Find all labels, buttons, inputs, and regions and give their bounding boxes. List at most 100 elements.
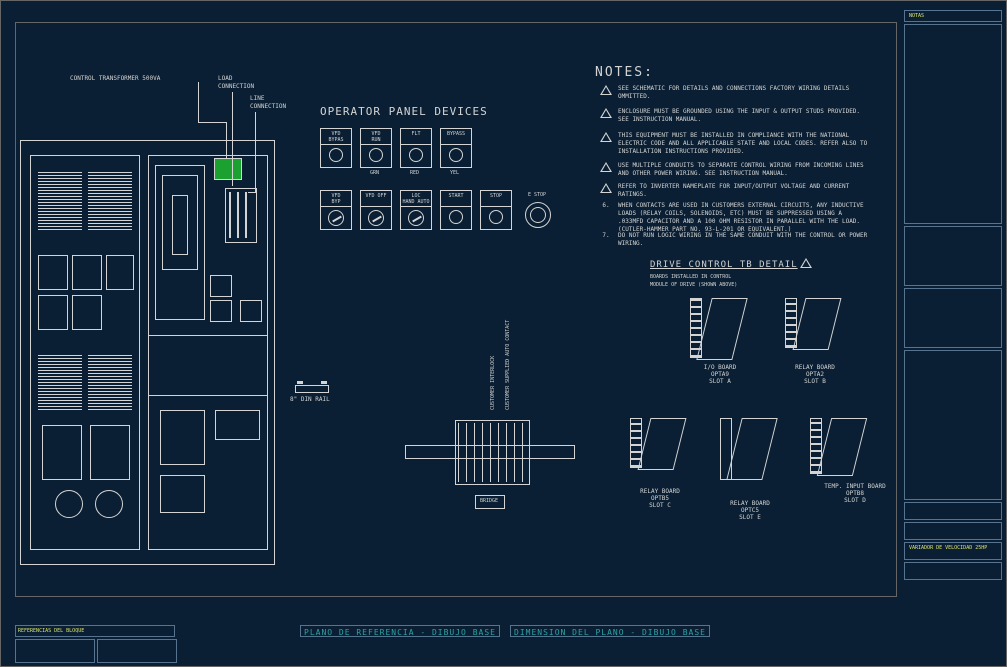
board-temp-d-label: TEMP. INPUT BOARDOPTB8SLOT D — [805, 483, 905, 504]
title-sec-1 — [904, 226, 1002, 286]
fuse-bar-1 — [229, 192, 231, 238]
contactor-1 — [42, 425, 82, 480]
title-sec-3 — [904, 350, 1002, 500]
fan-2 — [95, 490, 123, 518]
leader-line-2 — [248, 192, 256, 193]
warning-icon — [600, 132, 612, 142]
label-load-conn: LOAD CONNECTION — [218, 75, 254, 91]
drive-lower-1 — [160, 410, 205, 465]
cad-canvas[interactable]: NOTAS VARIADOR DE VELOCIDAD 25HP CONTROL… — [0, 0, 1007, 667]
box-row-2b — [72, 295, 102, 330]
warning-icon — [600, 85, 612, 95]
device-bypass-lamp: BYPASS — [440, 128, 472, 168]
device-estop-inner — [530, 207, 546, 223]
label-line-conn: LINE CONNECTION — [250, 95, 286, 111]
transformer-box — [214, 158, 242, 180]
drive-lower-3 — [215, 410, 260, 440]
tb-terminals — [458, 423, 527, 482]
operator-panel-title: OPERATOR PANEL DEVICES — [320, 105, 488, 118]
device-hand-auto-sw: LOCHAND AUTO — [400, 190, 432, 230]
bottom-cell-1 — [15, 639, 95, 663]
warning-icon — [600, 162, 612, 172]
bottom-cell-ref: REFERENCIAS DEL BLOQUE — [15, 625, 175, 637]
bottom-cell-c1: PLANO DE REFERENCIA - DIBUJO BASE — [300, 625, 500, 637]
title-project: VARIADOR DE VELOCIDAD 25HP — [904, 542, 1002, 560]
warning-icon — [600, 183, 612, 193]
lbl-grn: GRN — [370, 170, 379, 176]
aux-2 — [210, 300, 232, 322]
board-io-body — [696, 298, 747, 360]
fan-1 — [55, 490, 83, 518]
vent-3 — [38, 355, 82, 410]
note-6: 6.WHEN CONTACTS ARE USED IN CUSTOMERS EX… — [600, 202, 868, 234]
board-relay-b-label: RELAY BOARDOPTA2SLOT B — [775, 364, 855, 385]
note-4: USE MULTIPLE CONDUITS TO SEPARATE CONTRO… — [600, 162, 868, 178]
drive-control-sub1: BOARDS INSTALLED IN CONTROL — [650, 274, 731, 280]
vent-1 — [38, 170, 82, 230]
leader-ct-1 — [198, 82, 199, 122]
title-sec-2 — [904, 288, 1002, 348]
label-customer-interlock: CUSTOMER INTERLOCK — [490, 356, 496, 410]
board-io-label: I/O BOARDOPTA9SLOT A — [680, 364, 760, 385]
board-temp-d: TEMP. INPUT BOARDOPTB8SLOT D — [810, 418, 900, 518]
box-row-1b — [72, 255, 102, 290]
board-temp-d-body — [817, 418, 867, 476]
fuse-bar-2 — [237, 192, 239, 238]
drive-control-sub2: MODULE OF DRIVE (SHOWN ABOVE) — [650, 282, 737, 288]
box-row-1c — [106, 255, 134, 290]
aux-3 — [240, 300, 262, 322]
board-relay-c: RELAY BOARDOPTB5SLOT C — [630, 418, 710, 518]
label-bridge: BRIDGE — [480, 498, 498, 504]
label-control-transformer: CONTROL TRANSFORMER 500VA — [70, 75, 160, 82]
label-din-rail: 8" DIN RAIL — [290, 396, 330, 403]
title-sec-6 — [904, 562, 1002, 580]
device-vfd-off-sw: VFD OFF — [360, 190, 392, 230]
vent-2 — [88, 170, 132, 230]
title-notas-head: NOTAS — [904, 10, 1002, 22]
title-sec-4 — [904, 502, 1002, 520]
notes-heading: NOTES: — [595, 65, 654, 80]
din-clip-r — [321, 381, 327, 384]
device-stop-pb: STOP — [480, 190, 512, 230]
device-vfd-byp-sw: VFDBYP — [320, 190, 352, 230]
device-vfd-bypass-lamp: VFDBYPAS — [320, 128, 352, 168]
aux-1 — [210, 275, 232, 297]
board-io: I/O BOARDOPTA9SLOT A — [690, 298, 770, 388]
bottom-cell-c2: DIMENSION DEL PLANO - DIBUJO BASE — [510, 625, 710, 637]
leader-ct-2 — [198, 122, 226, 123]
bottom-title-strip: REFERENCIAS DEL BLOQUE PLANO DE REFERENC… — [0, 607, 897, 667]
divider-1 — [148, 335, 268, 336]
board-relay-e: RELAY BOARDOPTC5SLOT E — [720, 418, 800, 528]
board-relay-c-label: RELAY BOARDOPTB5SLOT C — [620, 488, 700, 509]
device-vfd-run-lamp: VFDRUN — [360, 128, 392, 168]
contactor-2 — [90, 425, 130, 480]
fuse-bar-3 — [245, 192, 247, 238]
note-7: 7.DO NOT RUN LOGIC WIRING IN THE SAME CO… — [600, 232, 868, 248]
warning-icon — [800, 258, 812, 268]
leader-load — [232, 92, 233, 186]
board-relay-b: RELAY BOARDOPTA2SLOT B — [785, 298, 865, 388]
din-clip-l — [297, 381, 303, 384]
note-5: REFER TO INVERTER NAMEPLATE FOR INPUT/OU… — [600, 183, 868, 199]
title-block: NOTAS VARIADOR DE VELOCIDAD 25HP — [904, 10, 1002, 660]
board-relay-e-label: RELAY BOARDOPTC5SLOT E — [710, 500, 790, 521]
board-relay-c-body — [638, 418, 687, 470]
box-row-1a — [38, 255, 68, 290]
label-customer-auto: CUSTOMER SUPPLIED AUTO CONTACT — [505, 320, 511, 410]
bottom-cell-2 — [97, 639, 177, 663]
breaker — [172, 195, 188, 255]
note-3: THIS EQUIPMENT MUST BE INSTALLED IN COMP… — [600, 132, 868, 156]
title-sec-5 — [904, 522, 1002, 540]
note-1: SEE SCHEMATIC FOR DETAILS AND CONNECTION… — [600, 85, 868, 101]
divider-2 — [148, 395, 268, 396]
lbl-estop: E STOP — [528, 192, 546, 198]
device-start-pb: START — [440, 190, 472, 230]
din-rail-small — [295, 385, 329, 393]
drive-control-heading: DRIVE CONTROL TB DETAIL — [650, 260, 798, 270]
drive-lower-2 — [160, 475, 205, 513]
board-relay-b-body — [793, 298, 842, 350]
lbl-red: RED — [410, 170, 419, 176]
leader-ct-3 — [226, 122, 227, 158]
lbl-yel: YEL — [450, 170, 459, 176]
device-flt-lamp: FLT — [400, 128, 432, 168]
